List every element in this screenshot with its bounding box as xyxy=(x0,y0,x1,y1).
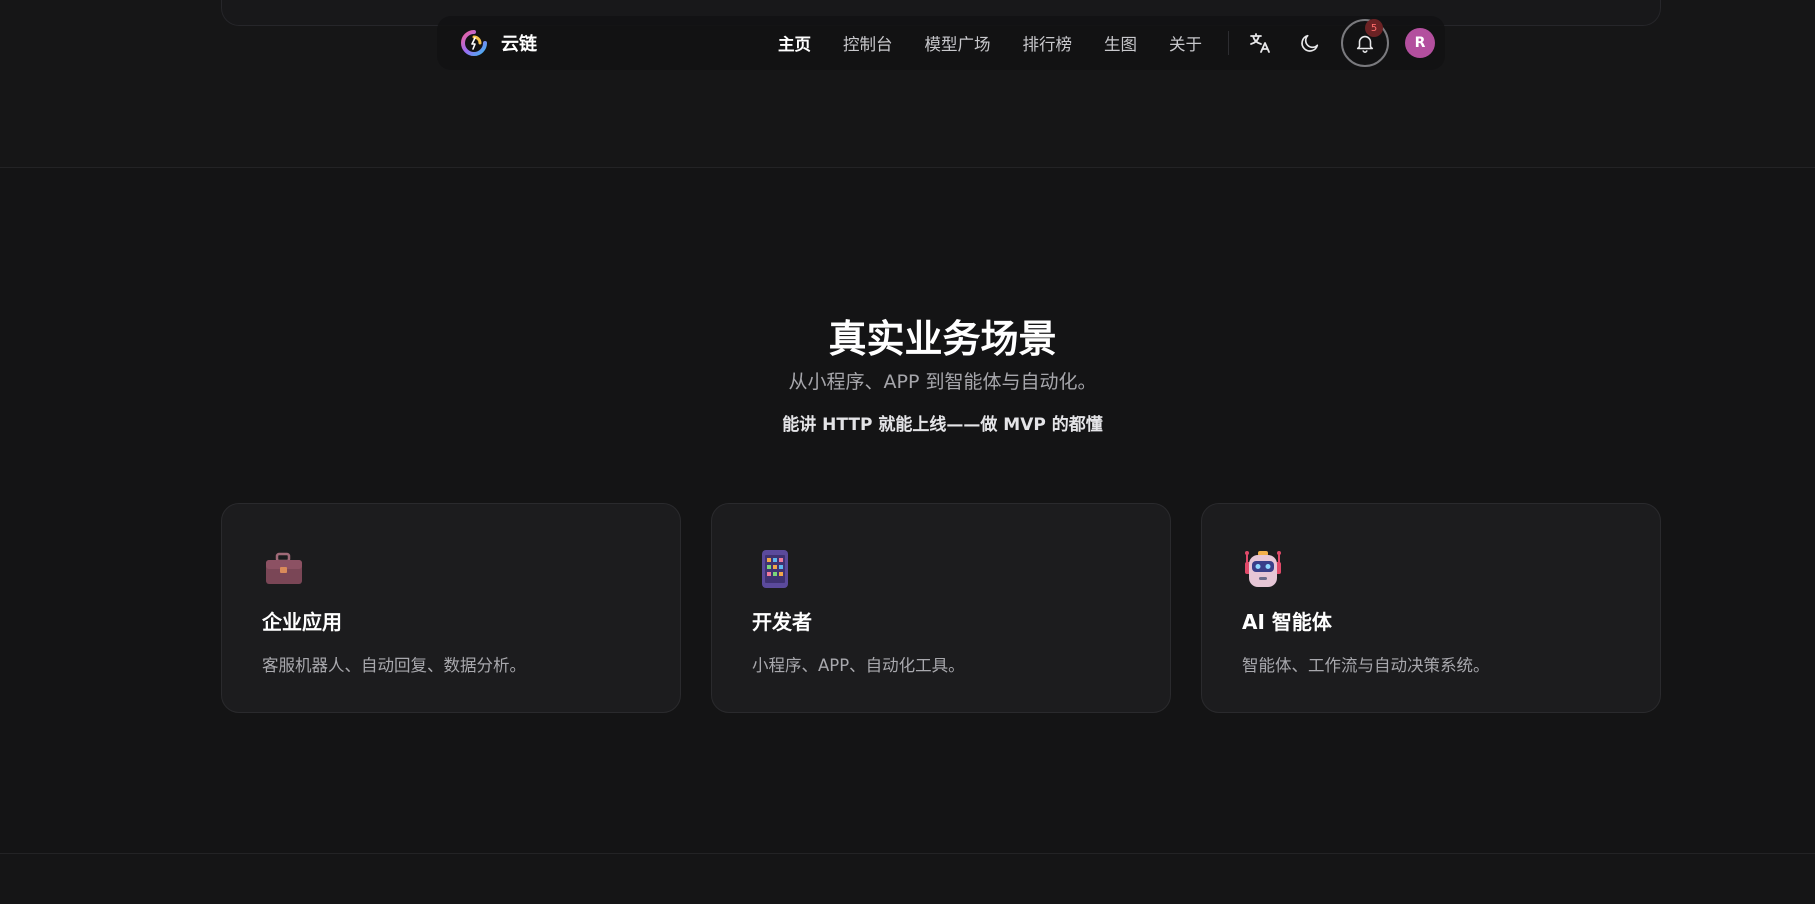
nav-link-about[interactable]: 关于 xyxy=(1169,31,1202,55)
nav-link-model-plaza[interactable]: 模型广场 xyxy=(925,31,991,55)
translate-icon xyxy=(1250,33,1270,53)
card-ai-agent[interactable]: AI 智能体 智能体、工作流与自动决策系统。 xyxy=(1201,503,1661,713)
next-section xyxy=(0,853,1815,904)
notifications-button[interactable]: 5 xyxy=(1341,19,1389,67)
user-avatar[interactable]: R xyxy=(1405,28,1435,58)
nav-link-home[interactable]: 主页 xyxy=(778,31,811,55)
notification-badge: 5 xyxy=(1365,19,1383,37)
card-title: AI 智能体 xyxy=(1242,610,1332,634)
nav-link-image-gen[interactable]: 生图 xyxy=(1104,31,1137,55)
nav-link-console[interactable]: 控制台 xyxy=(843,31,893,55)
nav-link-leaderboard[interactable]: 排行榜 xyxy=(1023,31,1073,55)
nav-links: 主页 控制台 模型广场 排行榜 生图 关于 xyxy=(778,31,1202,55)
scenario-cards: 企业应用 客服机器人、自动回复、数据分析。 开发者 小程序、APP、自动化工具。… xyxy=(221,503,1661,713)
robot-icon xyxy=(1245,551,1281,587)
nav-divider xyxy=(1228,31,1229,55)
card-developer[interactable]: 开发者 小程序、APP、自动化工具。 xyxy=(711,503,1171,713)
moon-icon xyxy=(1301,34,1319,52)
mobile-phone-icon xyxy=(762,550,788,588)
card-description: 小程序、APP、自动化工具。 xyxy=(752,656,965,675)
card-description: 智能体、工作流与自动决策系统。 xyxy=(1242,656,1490,675)
nav-actions: 5 R xyxy=(1247,19,1435,67)
card-enterprise[interactable]: 企业应用 客服机器人、自动回复、数据分析。 xyxy=(221,503,681,713)
brand-logo-icon xyxy=(461,30,487,56)
brand[interactable]: 云链 xyxy=(461,30,537,56)
card-title: 企业应用 xyxy=(262,610,342,634)
briefcase-icon xyxy=(266,552,302,584)
page: 云链 主页 控制台 模型广场 排行榜 生图 关于 5 R 真实业务场景 从小程序… xyxy=(0,0,1815,904)
section-subtitle: 从小程序、APP 到智能体与自动化。 xyxy=(788,371,1097,393)
language-button[interactable] xyxy=(1247,30,1273,56)
card-description: 客服机器人、自动回复、数据分析。 xyxy=(262,656,526,675)
card-title: 开发者 xyxy=(752,610,812,634)
theme-toggle-button[interactable] xyxy=(1297,30,1323,56)
section-title: 真实业务场景 xyxy=(828,317,1057,361)
brand-name: 云链 xyxy=(501,34,537,55)
top-navbar: 云链 主页 控制台 模型广场 排行榜 生图 关于 5 R xyxy=(437,16,1445,70)
section-note: 能讲 HTTP 就能上线——做 MVP 的都懂 xyxy=(782,415,1103,435)
